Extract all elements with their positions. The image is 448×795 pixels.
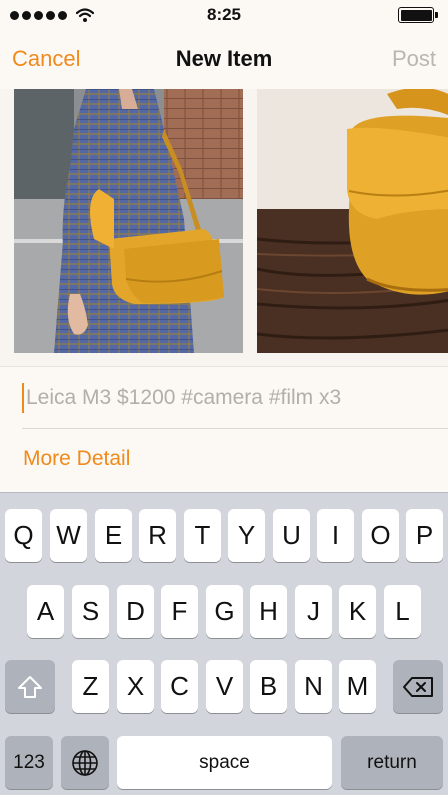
signal-strength [10,8,94,22]
key-a[interactable]: A [27,585,64,638]
key-p[interactable]: P [406,509,443,562]
photo-thumbnail[interactable] [257,89,448,353]
key-k[interactable]: K [339,585,376,638]
key-o[interactable]: O [362,509,399,562]
key-c[interactable]: C [161,660,198,713]
post-button[interactable]: Post [392,46,436,72]
key-w[interactable]: W [50,509,87,562]
photo-thumbnail[interactable] [14,89,243,353]
key-b[interactable]: B [250,660,287,713]
return-key[interactable]: return [341,736,443,789]
item-description-field[interactable] [22,367,448,429]
status-bar: 8:25 [0,0,448,30]
photo-bag-on-table [257,89,448,353]
shift-icon [18,675,42,698]
key-r[interactable]: R [139,509,176,562]
navigation-bar: Cancel New Item Post [0,30,448,88]
key-x[interactable]: X [117,660,154,713]
photo-strip[interactable] [0,89,448,367]
key-v[interactable]: V [206,660,243,713]
key-t[interactable]: T [184,509,221,562]
keyboard-row: 123 space return [0,736,448,789]
key-n[interactable]: N [295,660,332,713]
key-g[interactable]: G [206,585,243,638]
key-j[interactable]: J [295,585,332,638]
signal-dot [22,10,31,20]
globe-icon [72,749,98,776]
wifi-icon [76,8,94,22]
key-u[interactable]: U [273,509,310,562]
battery-fill [400,9,432,21]
key-s[interactable]: S [72,585,109,638]
key-h[interactable]: H [250,585,287,638]
signal-dot [10,10,19,20]
new-item-screen: 8:25 Cancel New Item Post Leica M3 $1200… [0,0,448,795]
key-q[interactable]: Q [5,509,42,562]
more-detail-link[interactable]: More Detail [23,447,130,471]
numbers-key[interactable]: 123 [5,736,53,789]
key-d[interactable]: D [117,585,154,638]
signal-dot [46,10,55,20]
delete-icon [403,676,433,697]
key-i[interactable]: I [317,509,354,562]
shift-key[interactable] [5,660,55,713]
signal-dot [34,10,43,20]
key-y[interactable]: Y [228,509,265,562]
signal-dot [58,10,67,20]
space-key[interactable]: space [117,736,332,789]
key-l[interactable]: L [384,585,421,638]
cancel-button[interactable]: Cancel [12,46,80,72]
key-e[interactable]: E [95,509,132,562]
keyboard-row: Q W E R T Y U I O P [0,509,448,562]
keyboard: Q W E R T Y U I O P A S D F G H J K L Z … [0,492,448,795]
key-m[interactable]: M [339,660,376,713]
battery-icon [398,7,438,23]
keyboard-row: Z X C V B N M [0,660,448,713]
globe-key[interactable] [61,736,109,789]
photo-woman-with-bag [14,89,243,353]
keyboard-row: A S D F G H J K L [0,585,448,638]
key-z[interactable]: Z [72,660,109,713]
delete-key[interactable] [393,660,443,713]
text-cursor [22,382,24,413]
item-description-input[interactable] [26,385,426,410]
key-f[interactable]: F [161,585,198,638]
